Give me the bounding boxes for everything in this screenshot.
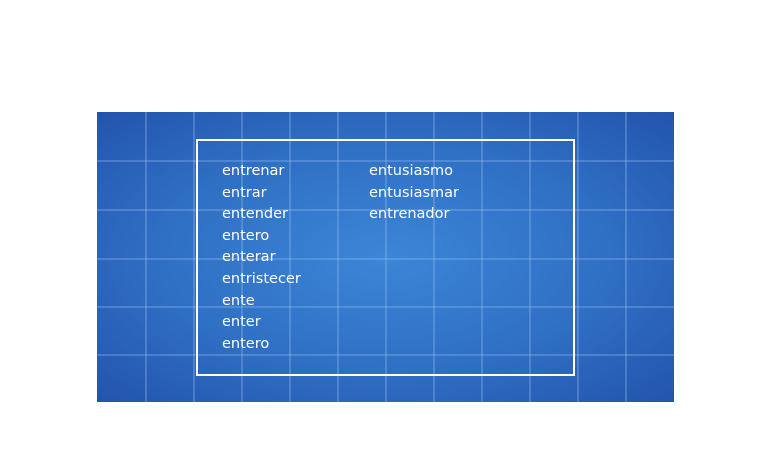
grid-line-vertical bbox=[145, 112, 147, 402]
word-item: ente bbox=[222, 292, 255, 309]
word-column-2: entusiasmo entusiasmar entrenador bbox=[369, 161, 459, 226]
word-item: entusiasmo bbox=[369, 163, 454, 179]
word-item: enterar bbox=[222, 249, 276, 266]
grid-line-vertical bbox=[625, 112, 627, 402]
word-item: entusiasmar bbox=[369, 184, 459, 201]
word-column-1: entrenar entrar entender entero enterar … bbox=[222, 161, 301, 355]
word-item: enter bbox=[222, 314, 261, 331]
word-item: entrenar bbox=[222, 163, 285, 179]
word-item: entristecer bbox=[222, 270, 301, 287]
blueprint-board: entrenar entrar entender entero enterar … bbox=[97, 112, 674, 402]
word-item: entender bbox=[222, 206, 288, 223]
word-item: entero bbox=[222, 227, 270, 244]
word-item: entrenador bbox=[369, 206, 450, 223]
stage: entrenar entrar entender entero enterar … bbox=[0, 0, 770, 460]
word-item: entero bbox=[222, 335, 270, 352]
word-item: entrar bbox=[222, 184, 267, 201]
grid-line-vertical bbox=[193, 112, 195, 402]
grid-line-vertical bbox=[577, 112, 579, 402]
